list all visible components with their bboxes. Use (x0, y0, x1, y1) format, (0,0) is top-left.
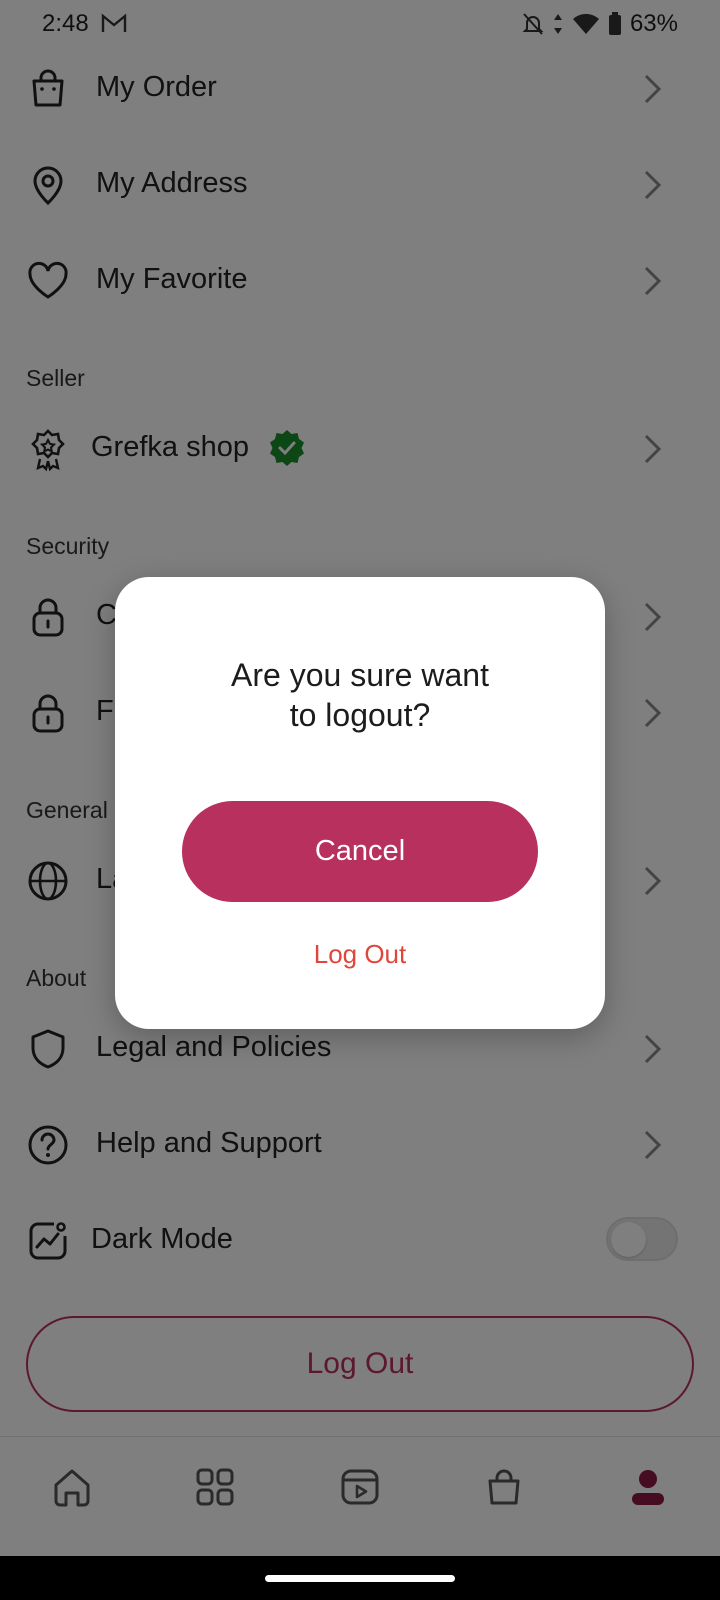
confirm-logout-button[interactable]: Log Out (115, 939, 605, 970)
dialog-title-line-1: Are you sure want (231, 657, 489, 693)
dialog-title-line-2: to logout? (289, 697, 431, 733)
cancel-button[interactable]: Cancel (182, 801, 538, 902)
gesture-handle[interactable] (265, 1575, 455, 1582)
dialog-title: Are you sure want to logout? (115, 655, 605, 735)
logout-dialog: Are you sure want to logout? Cancel Log … (115, 577, 605, 1029)
